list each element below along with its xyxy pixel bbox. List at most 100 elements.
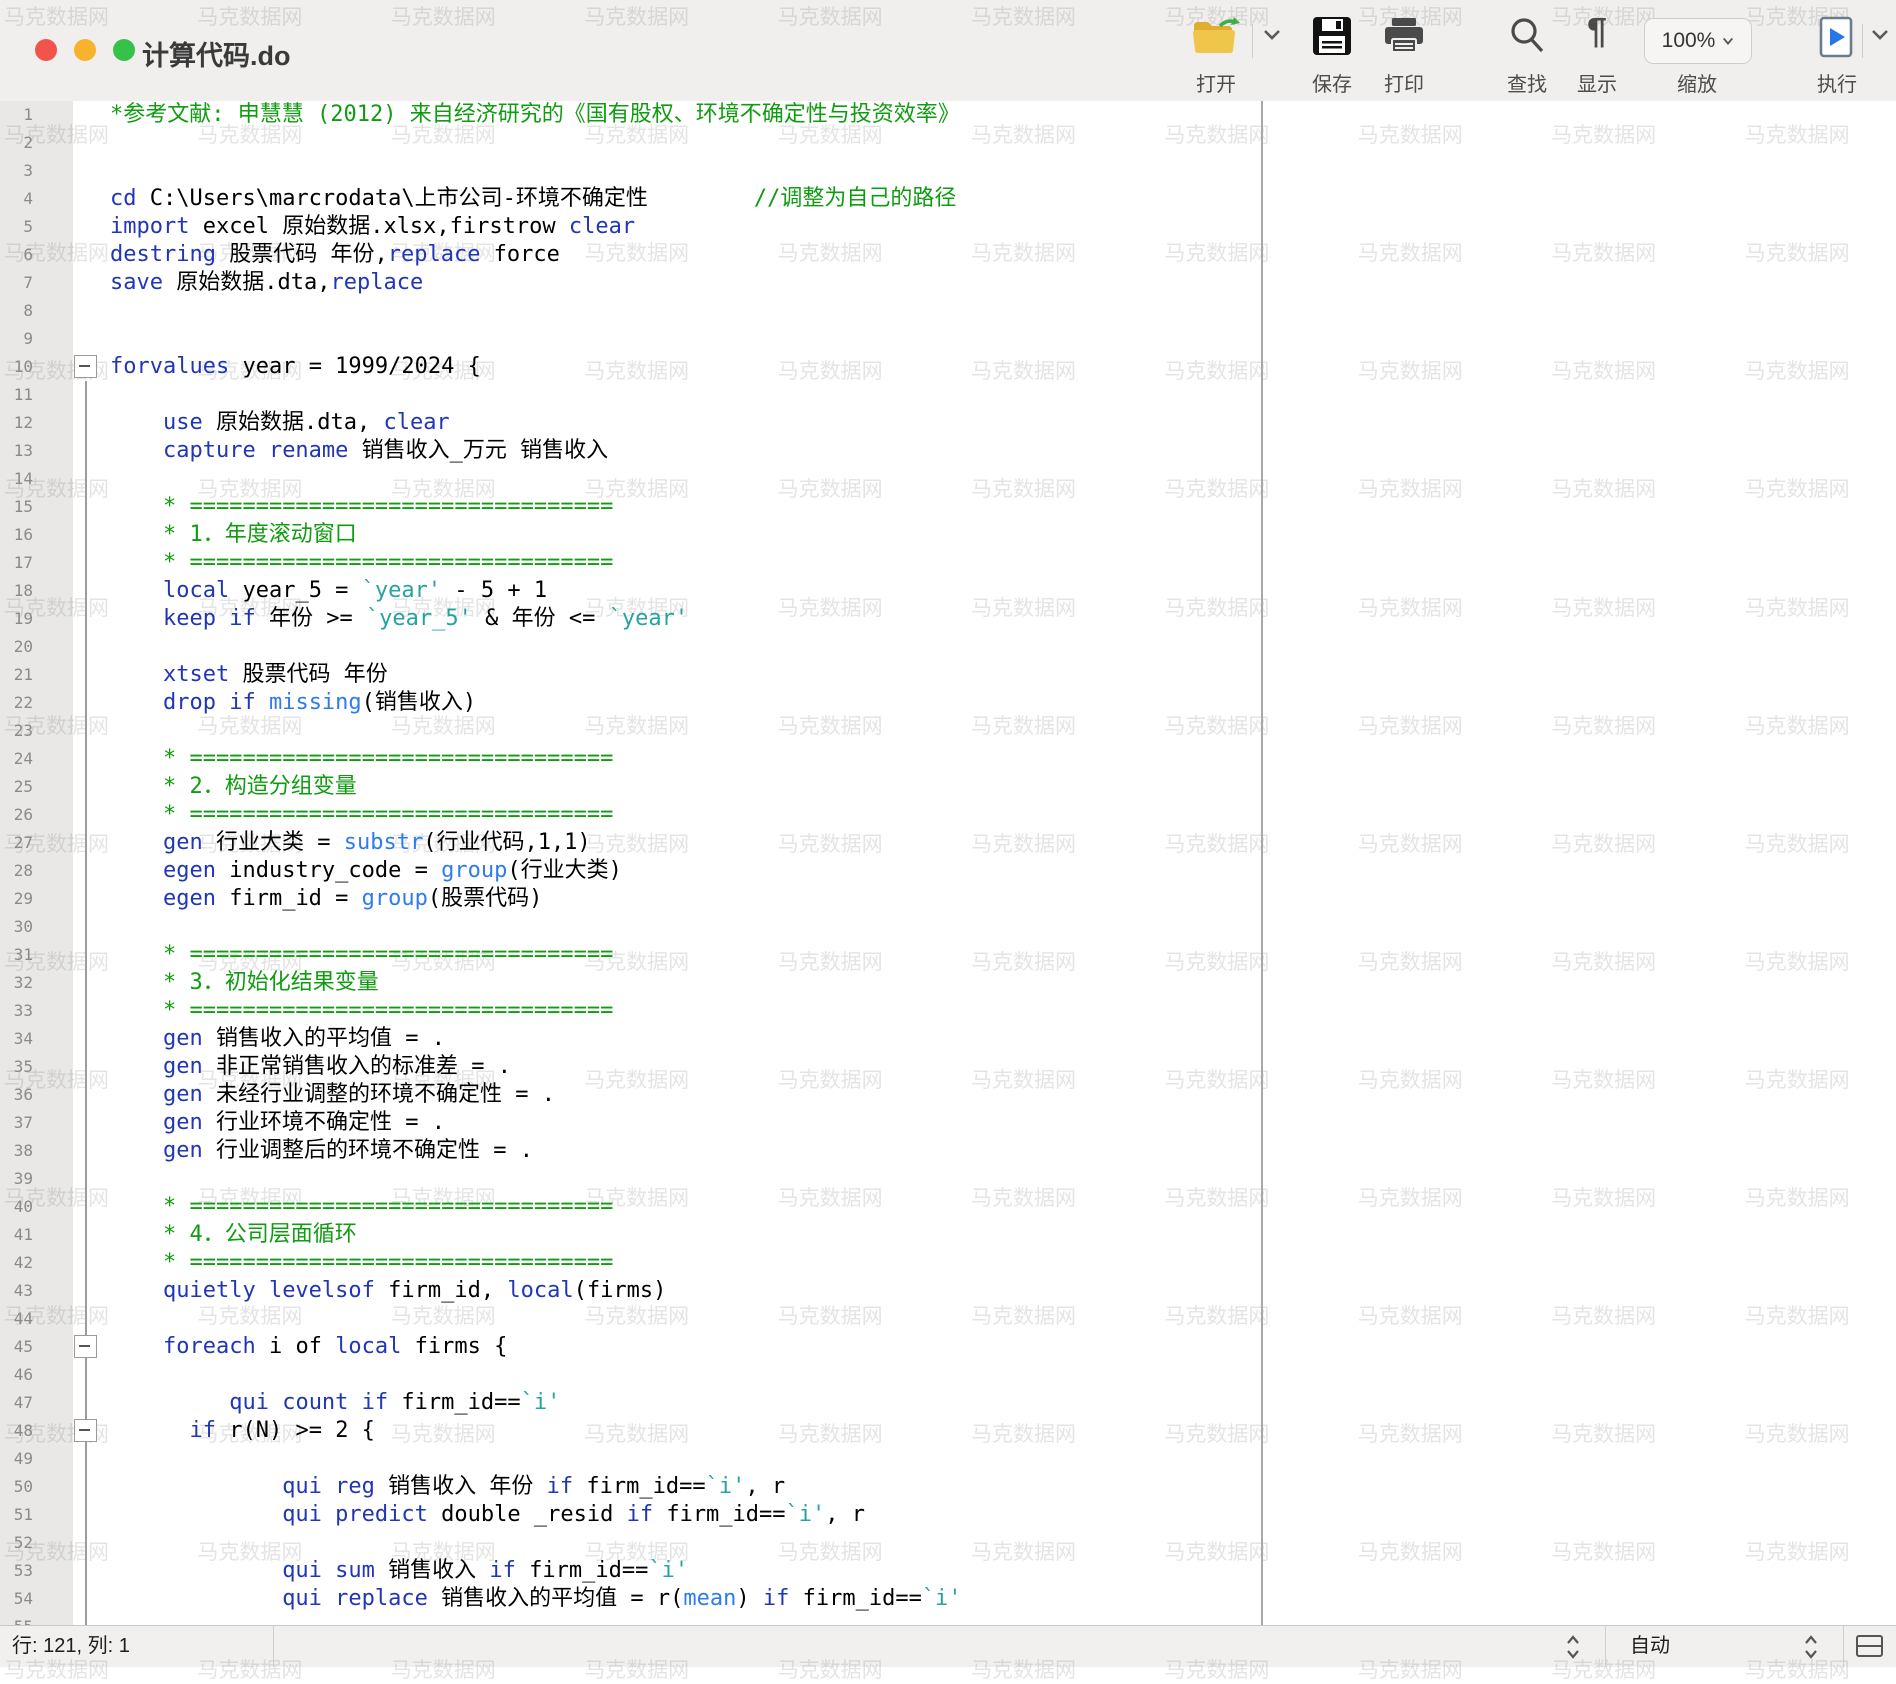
code-line[interactable]: 53 qui sum 销售收入 if firm_id==`i' bbox=[0, 1557, 1896, 1585]
run-button[interactable]: 执行 bbox=[1805, 0, 1869, 101]
code-line[interactable]: 36 gen 未经行业调整的环境不确定性 = . bbox=[0, 1081, 1896, 1109]
line-number: 13 bbox=[0, 437, 33, 465]
code-line[interactable]: 45 foreach i of local firms { bbox=[0, 1333, 1896, 1361]
code-line[interactable]: 21 xtset 股票代码 年份 bbox=[0, 661, 1896, 689]
print-button[interactable]: 打印 bbox=[1370, 0, 1438, 101]
code-text: keep if 年份 >= `year_5' & 年份 <= `year' bbox=[110, 605, 688, 633]
line-number: 4 bbox=[0, 185, 33, 213]
code-line[interactable]: 35 gen 非正常销售收入的标准差 = . bbox=[0, 1053, 1896, 1081]
line-number: 27 bbox=[0, 829, 33, 857]
code-line[interactable]: 51 qui predict double _resid if firm_id=… bbox=[0, 1501, 1896, 1529]
line-number: 11 bbox=[0, 381, 33, 409]
code-line[interactable]: 26 * ================================ bbox=[0, 801, 1896, 829]
code-editor[interactable]: 1*参考文献: 申慧慧 (2012) 来自经济研究的《国有股权、环境不确定性与投… bbox=[0, 101, 1896, 1625]
code-line[interactable]: 28 egen industry_code = group(行业大类) bbox=[0, 857, 1896, 885]
code-line[interactable]: 32 * 3．初始化结果变量 bbox=[0, 969, 1896, 997]
code-line[interactable]: 38 gen 行业调整后的环境不确定性 = . bbox=[0, 1137, 1896, 1165]
line-number: 10 bbox=[0, 353, 33, 381]
code-line[interactable]: 20 bbox=[0, 633, 1896, 661]
code-line[interactable]: 34 gen 销售收入的平均值 = . bbox=[0, 1025, 1896, 1053]
show-invisibles-button[interactable]: ¶ 显示 bbox=[1563, 0, 1631, 101]
code-line[interactable]: 9 bbox=[0, 325, 1896, 353]
code-line[interactable]: 12 use 原始数据.dta, clear bbox=[0, 409, 1896, 437]
code-line[interactable]: 48 if r(N) >= 2 { bbox=[0, 1417, 1896, 1445]
code-line[interactable]: 8 bbox=[0, 297, 1896, 325]
code-line[interactable]: 11 bbox=[0, 381, 1896, 409]
code-line[interactable]: 50 qui reg 销售收入 年份 if firm_id==`i', r bbox=[0, 1473, 1896, 1501]
code-line[interactable]: 41 * 4．公司层面循环 bbox=[0, 1221, 1896, 1249]
code-line[interactable]: 13 capture rename 销售收入_万元 销售收入 bbox=[0, 437, 1896, 465]
encoding-stepper[interactable] bbox=[1804, 1634, 1818, 1660]
line-number: 26 bbox=[0, 801, 33, 829]
code-line[interactable]: 6destring 股票代码 年份,replace force bbox=[0, 241, 1896, 269]
code-line[interactable]: 46 bbox=[0, 1361, 1896, 1389]
encoding-selector[interactable]: 自动 bbox=[1630, 1626, 1670, 1667]
code-line[interactable]: 54 qui replace 销售收入的平均值 = r(mean) if fir… bbox=[0, 1585, 1896, 1613]
statusbar-divider bbox=[273, 1626, 274, 1667]
window-close-button[interactable] bbox=[35, 39, 57, 61]
line-number: 20 bbox=[0, 633, 33, 661]
code-text: destring 股票代码 年份,replace force bbox=[110, 241, 560, 269]
split-editor-button[interactable] bbox=[1856, 1635, 1883, 1657]
zoom-label: 缩放 bbox=[1677, 68, 1717, 97]
code-text: import excel 原始数据.xlsx,firstrow clear bbox=[110, 213, 635, 241]
code-line[interactable]: 42 * ================================ bbox=[0, 1249, 1896, 1277]
code-line[interactable]: 30 bbox=[0, 913, 1896, 941]
line-number: 9 bbox=[0, 325, 33, 353]
line-number: 29 bbox=[0, 885, 33, 913]
code-line[interactable]: 15 * ================================ bbox=[0, 493, 1896, 521]
search-icon bbox=[1508, 16, 1546, 59]
code-line[interactable]: 24 * ================================ bbox=[0, 745, 1896, 773]
fold-collapse-icon[interactable] bbox=[74, 355, 97, 378]
find-button[interactable]: 查找 bbox=[1493, 0, 1561, 101]
window-minimize-button[interactable] bbox=[74, 39, 96, 61]
code-line[interactable]: 39 bbox=[0, 1165, 1896, 1193]
code-line[interactable]: 5import excel 原始数据.xlsx,firstrow clear bbox=[0, 213, 1896, 241]
code-line[interactable]: 22 drop if missing(销售收入) bbox=[0, 689, 1896, 717]
code-line[interactable]: 10forvalues year = 1999/2024 { bbox=[0, 353, 1896, 381]
code-line[interactable]: 17 * ================================ bbox=[0, 549, 1896, 577]
code-line[interactable]: 4cd C:\Users\marcrodata\上市公司-环境不确定性 //调整… bbox=[0, 185, 1896, 213]
code-line[interactable]: 33 * ================================ bbox=[0, 997, 1896, 1025]
code-line[interactable]: 19 keep if 年份 >= `year_5' & 年份 <= `year' bbox=[0, 605, 1896, 633]
code-text: qui predict double _resid if firm_id==`i… bbox=[110, 1501, 865, 1529]
fold-collapse-icon[interactable] bbox=[74, 1419, 97, 1442]
statusbar-divider bbox=[1843, 1626, 1844, 1667]
code-line[interactable]: 16 * 1．年度滚动窗口 bbox=[0, 521, 1896, 549]
code-line[interactable]: 43 quietly levelsof firm_id, local(firms… bbox=[0, 1277, 1896, 1305]
code-line[interactable]: 40 * ================================ bbox=[0, 1193, 1896, 1221]
fold-collapse-icon[interactable] bbox=[74, 1335, 97, 1358]
line-number: 24 bbox=[0, 745, 33, 773]
code-line[interactable]: 18 local year_5 = `year' - 5 + 1 bbox=[0, 577, 1896, 605]
code-line[interactable]: 1*参考文献: 申慧慧 (2012) 来自经济研究的《国有股权、环境不确定性与投… bbox=[0, 101, 1896, 129]
stepper-control[interactable] bbox=[1566, 1634, 1580, 1660]
code-line[interactable]: 3 bbox=[0, 157, 1896, 185]
code-line[interactable]: 29 egen firm_id = group(股票代码) bbox=[0, 885, 1896, 913]
code-text: * 1．年度滚动窗口 bbox=[110, 521, 357, 549]
open-dropdown-button[interactable] bbox=[1258, 0, 1286, 101]
code-line[interactable]: 27 gen 行业大类 = substr(行业代码,1,1) bbox=[0, 829, 1896, 857]
line-number: 36 bbox=[0, 1081, 33, 1109]
code-line[interactable]: 55 bbox=[0, 1613, 1896, 1625]
window-zoom-button[interactable] bbox=[113, 39, 135, 61]
code-line[interactable]: 14 bbox=[0, 465, 1896, 493]
code-text: * ================================ bbox=[110, 941, 613, 969]
code-line[interactable]: 7save 原始数据.dta,replace bbox=[0, 269, 1896, 297]
save-button[interactable]: 保存 bbox=[1298, 0, 1366, 101]
code-line[interactable]: 47 qui count if firm_id==`i' bbox=[0, 1389, 1896, 1417]
code-text: save 原始数据.dta,replace bbox=[110, 269, 423, 297]
code-line[interactable]: 23 bbox=[0, 717, 1896, 745]
open-button[interactable]: 打开 bbox=[1178, 0, 1254, 101]
run-dropdown-button[interactable] bbox=[1866, 0, 1894, 101]
code-line[interactable]: 37 gen 行业环境不确定性 = . bbox=[0, 1109, 1896, 1137]
code-line[interactable]: 52 bbox=[0, 1529, 1896, 1557]
line-number: 48 bbox=[0, 1417, 33, 1445]
code-line[interactable]: 49 bbox=[0, 1445, 1896, 1473]
line-number: 18 bbox=[0, 577, 33, 605]
line-number: 25 bbox=[0, 773, 33, 801]
save-label: 保存 bbox=[1312, 68, 1352, 97]
code-line[interactable]: 44 bbox=[0, 1305, 1896, 1333]
code-line[interactable]: 25 * 2．构造分组变量 bbox=[0, 773, 1896, 801]
code-line[interactable]: 2 bbox=[0, 129, 1896, 157]
code-line[interactable]: 31 * ================================ bbox=[0, 941, 1896, 969]
